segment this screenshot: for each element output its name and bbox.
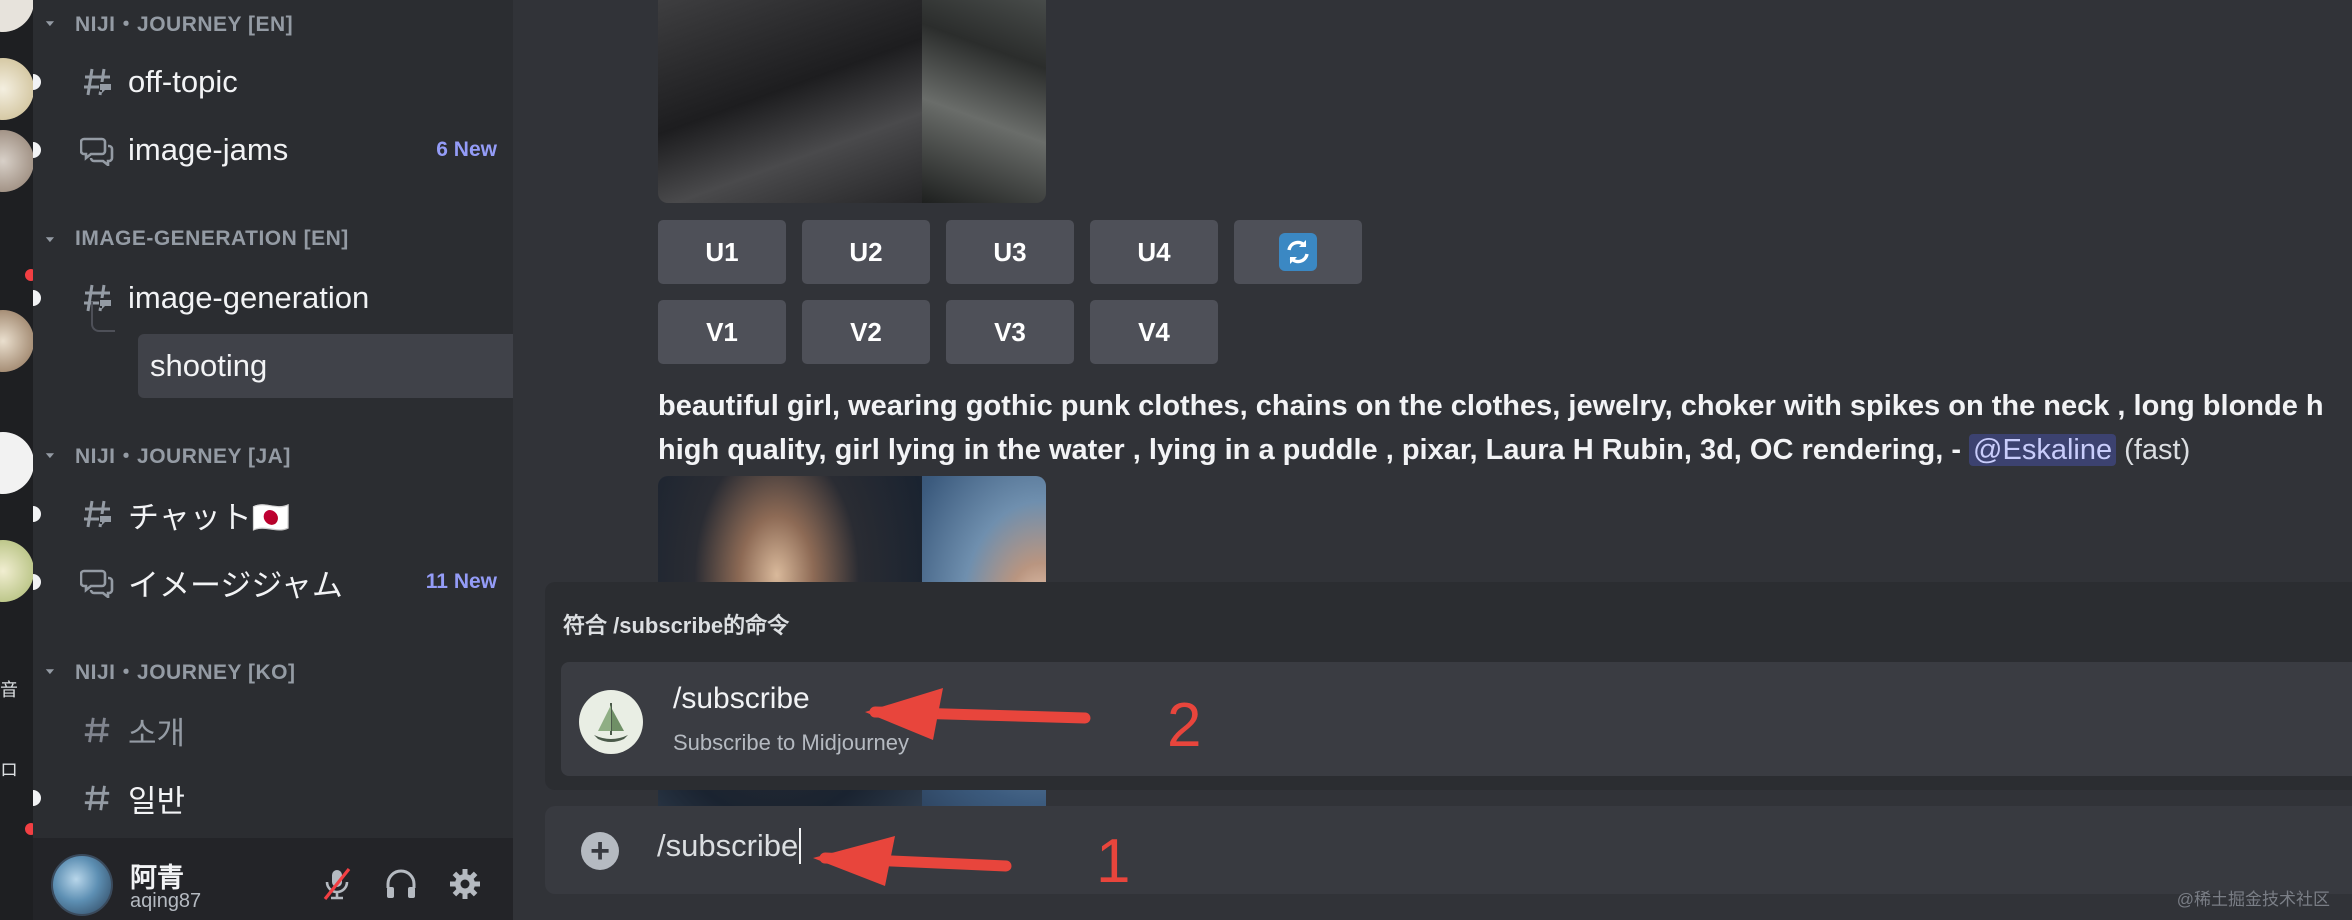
channel-name: off-topic [128, 64, 238, 99]
server-label: 音 [0, 680, 18, 700]
category-label: NIJI・JOURNEY [KO] [75, 661, 296, 684]
annotation-label-1: 1 [1096, 827, 1131, 896]
server-rail: 音 ロ [0, 0, 33, 920]
annotation-label-2: 2 [1167, 691, 1202, 760]
channel-name: チャット🇯🇵 [128, 499, 291, 535]
user-panel: 阿青 aqing87 [33, 838, 513, 920]
channel-name: 일반 [128, 783, 186, 819]
annotation-arrowhead-1 [813, 836, 895, 886]
user-username: aqing87 [130, 890, 202, 912]
chevron-down-icon: ▼ [43, 18, 58, 28]
channel-intro-ko[interactable]: 소개 [68, 700, 497, 760]
category-niji-journey-ja[interactable]: ▼ NIJI・JOURNEY [JA] [43, 441, 291, 469]
channel-off-topic[interactable]: off-topic [68, 52, 497, 112]
annotation-arrowhead-2 [865, 688, 943, 740]
chevron-down-icon: ▼ [43, 666, 58, 676]
text-channel-icon [80, 781, 114, 815]
mute-button[interactable] [319, 866, 355, 902]
channel-name: image-jams [128, 132, 289, 167]
category-niji-journey-en[interactable]: ▼ NIJI・JOURNEY [EN] [43, 9, 293, 37]
watermark: @稀土掘金技术社区 [2176, 890, 2330, 909]
microphone-muted-icon [323, 868, 351, 900]
user-settings-button[interactable] [447, 866, 483, 902]
notification-dot [22, 266, 33, 284]
thread-name: shooting [150, 348, 268, 383]
chat-area: U1 U2 U3 U4 V1 V2 V3 V4 beautiful girl, … [513, 0, 2352, 920]
forum-channel-icon [80, 133, 114, 167]
unread-indicator [33, 290, 41, 306]
chevron-down-icon: ▼ [43, 234, 58, 244]
channel-image-jams[interactable]: image-jams 6 New [68, 120, 497, 180]
text-channel-icon [80, 497, 114, 531]
new-posts-badge: 11 New [425, 570, 497, 593]
channel-image-jam-ja[interactable]: イメージジャム 11 New [68, 552, 497, 612]
server-label: ロ [0, 760, 18, 780]
discord-window: 音 ロ ▼ NIJI・JOURNEY [EN] off-topic image-… [0, 0, 2352, 920]
channel-chat-ja[interactable]: チャット🇯🇵 [68, 484, 497, 544]
notification-dot [22, 820, 33, 838]
unread-indicator [33, 74, 41, 90]
new-posts-badge: 6 New [436, 138, 497, 161]
unread-indicator [33, 142, 41, 158]
unread-indicator [33, 506, 41, 522]
channel-name: イメージジャム [128, 567, 343, 603]
channel-general-ko[interactable]: 일반 [68, 768, 497, 828]
channel-image-generation[interactable]: image-generation [68, 268, 497, 328]
server-icon[interactable] [0, 310, 33, 372]
unread-indicator [33, 574, 41, 590]
headphones-icon [386, 869, 416, 898]
thread-shooting[interactable]: shooting [138, 334, 513, 398]
deafen-button[interactable] [383, 866, 419, 902]
forum-channel-icon [80, 565, 114, 599]
category-label: IMAGE-GENERATION [EN] [75, 227, 349, 250]
server-icon[interactable] [0, 432, 33, 494]
server-icon[interactable] [0, 58, 33, 120]
text-channel-icon [80, 65, 114, 99]
channel-name: 소개 [128, 715, 186, 751]
server-icon[interactable] [0, 0, 33, 32]
category-niji-journey-ko[interactable]: ▼ NIJI・JOURNEY [KO] [43, 657, 295, 685]
channel-name: image-generation [128, 280, 370, 315]
category-label: NIJI・JOURNEY [JA] [75, 445, 291, 468]
server-icon[interactable] [0, 540, 33, 602]
channel-sidebar: ▼ NIJI・JOURNEY [EN] off-topic image-jams… [33, 0, 513, 838]
annotation-overlay [813, 688, 1091, 886]
unread-indicator [33, 790, 41, 806]
server-icon[interactable] [0, 130, 33, 192]
text-channel-icon [80, 713, 114, 747]
gear-icon [450, 869, 480, 899]
avatar[interactable] [51, 854, 113, 916]
chevron-down-icon: ▼ [43, 450, 58, 460]
thread-connector [91, 302, 115, 332]
category-image-generation-en[interactable]: ▼ IMAGE-GENERATION [EN] [43, 225, 349, 253]
category-label: NIJI・JOURNEY [EN] [75, 13, 294, 36]
